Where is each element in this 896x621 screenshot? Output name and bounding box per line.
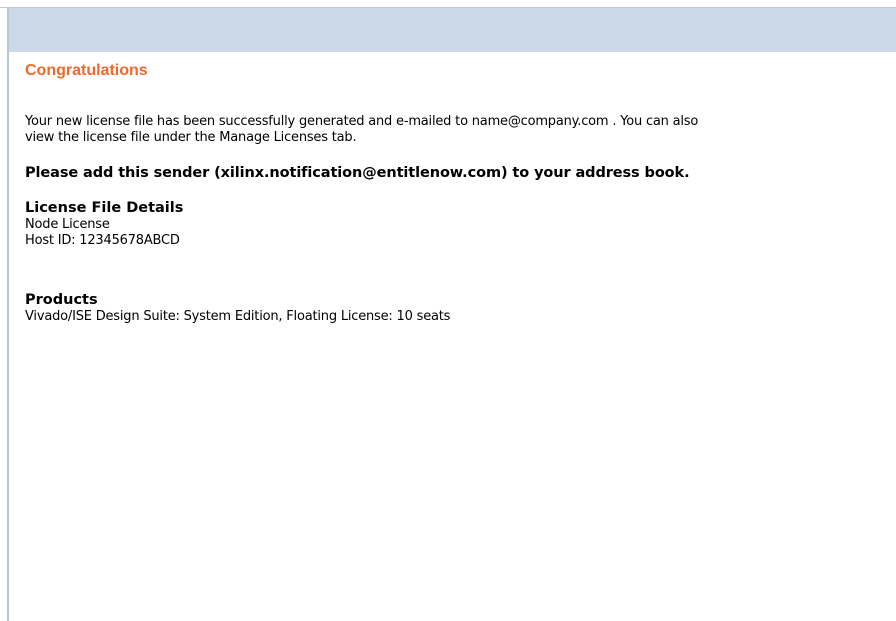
license-details-title: License File Details (25, 200, 184, 216)
product-item: Vivado/ISE Design Suite: System Edition,… (25, 309, 451, 324)
license-type: Node License (25, 217, 110, 232)
products-section: Products Vivado/ISE Design Suite: System… (25, 292, 885, 325)
message-text-end: . You can also (608, 114, 699, 129)
top-rule (0, 0, 896, 8)
success-message: Your new license file has been successfu… (25, 114, 885, 146)
message-text-start: Your new license file has been successfu… (25, 114, 472, 129)
header-band (9, 8, 896, 52)
content-frame: Congratulations Your new license file ha… (7, 8, 896, 621)
page-title: Congratulations (25, 62, 148, 79)
recipient-email: name@company.com (471, 114, 609, 129)
host-id: Host ID: 12345678ABCD (25, 233, 180, 248)
message-text-line2: view the license file under the Manage L… (25, 130, 357, 145)
confirmation-content: Congratulations Your new license file ha… (25, 62, 885, 325)
sender-notice: Please add this sender (xilinx.notificat… (25, 165, 690, 181)
products-title: Products (25, 292, 98, 308)
license-details: License File Details Node License Host I… (25, 200, 885, 249)
